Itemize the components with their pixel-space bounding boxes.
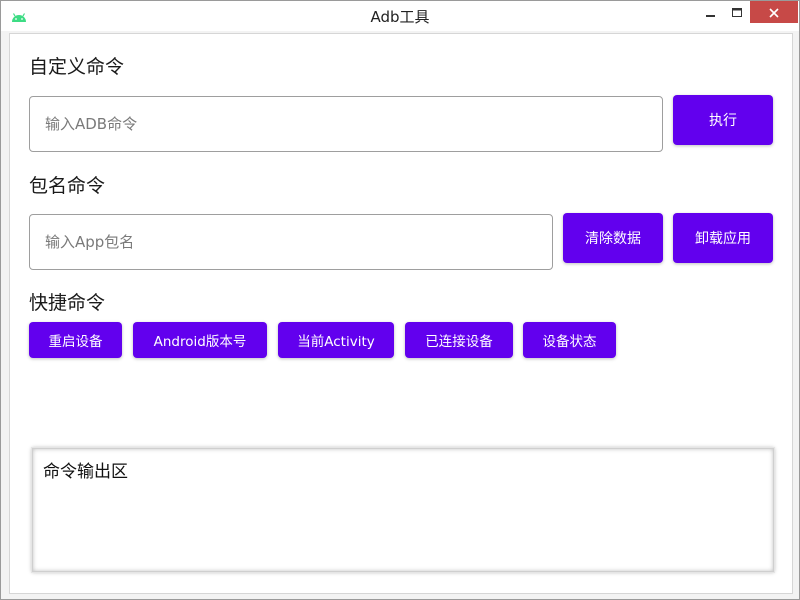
device-state-button[interactable]: 设备状态 — [523, 322, 616, 358]
close-icon — [769, 3, 779, 22]
close-button[interactable] — [750, 1, 798, 23]
reboot-device-button[interactable]: 重启设备 — [29, 322, 122, 358]
command-output-area[interactable]: 命令输出区 — [32, 448, 774, 572]
current-activity-button[interactable]: 当前Activity — [278, 322, 394, 358]
maximize-button[interactable] — [724, 1, 750, 23]
minimize-icon — [706, 3, 716, 22]
package-command-title: 包名命令 — [29, 175, 106, 197]
title-bar[interactable]: Adb工具 — [1, 1, 799, 31]
package-name-input[interactable] — [29, 214, 553, 270]
android-version-button[interactable]: Android版本号 — [133, 322, 267, 358]
clear-data-button[interactable]: 清除数据 — [563, 213, 663, 263]
window-title: Adb工具 — [370, 8, 430, 26]
connected-devices-button[interactable]: 已连接设备 — [405, 322, 513, 358]
adb-command-input[interactable] — [29, 96, 663, 152]
custom-command-title: 自定义命令 — [29, 56, 125, 78]
minimize-button[interactable] — [698, 1, 724, 23]
maximize-icon — [732, 3, 742, 22]
quick-commands-title: 快捷命令 — [29, 292, 106, 314]
command-output-text: 命令输出区 — [43, 462, 128, 482]
main-panel: 自定义命令 执行 包名命令 清除数据 卸载应用 快捷命令 重启设备 Androi… — [9, 33, 793, 594]
execute-button[interactable]: 执行 — [673, 95, 773, 145]
app-window: Adb工具 自定义命令 执行 包名命令 清除数据 卸载应用 快捷命令 重启设备 … — [0, 0, 800, 600]
uninstall-app-button[interactable]: 卸载应用 — [673, 213, 773, 263]
